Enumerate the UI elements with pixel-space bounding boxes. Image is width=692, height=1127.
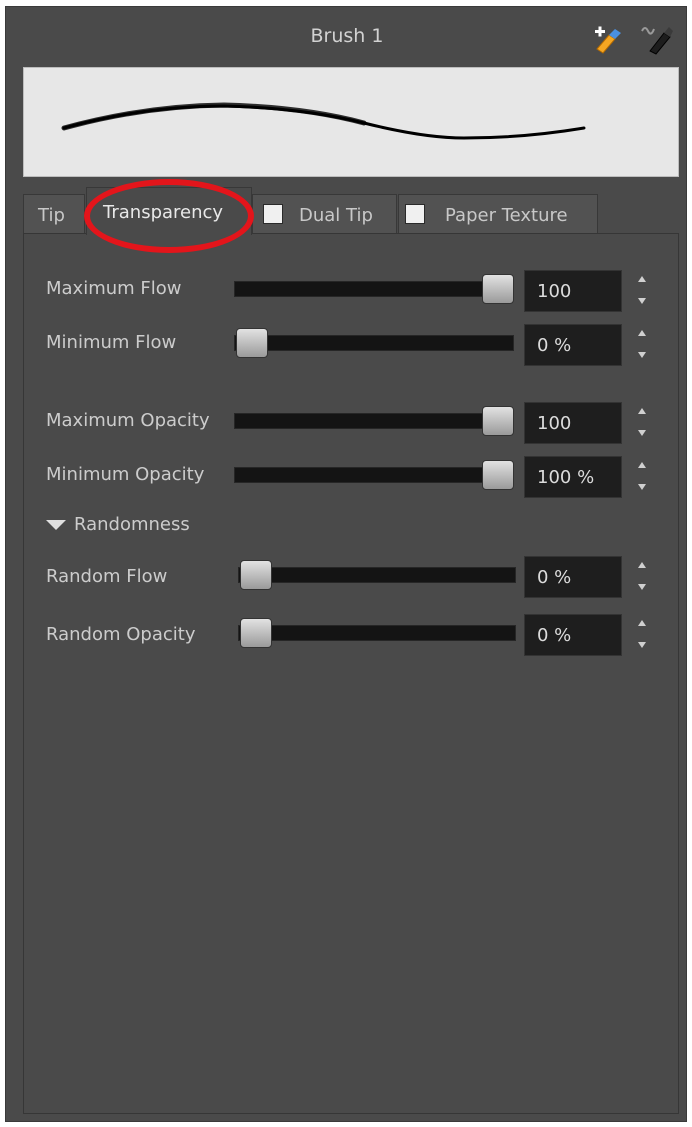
decrement-arrow-icon[interactable] [638, 584, 646, 590]
maximum-flow-handle[interactable] [482, 274, 514, 304]
random-opacity-field[interactable]: 0 % [524, 614, 622, 656]
transparency-tab-content: Maximum Flow 100 Minimum Flow 0 % Maximu… [23, 233, 679, 1114]
increment-arrow-icon[interactable] [638, 408, 646, 414]
minimum-flow-spinner[interactable] [634, 324, 650, 366]
random-opacity-slider[interactable] [238, 625, 516, 641]
maximum-flow-field[interactable]: 100 [524, 270, 622, 312]
tab-tip[interactable]: Tip [23, 194, 85, 234]
maximum-opacity-value: 100 [537, 413, 572, 434]
panel-title: Brush 1 [310, 25, 384, 47]
paper-texture-checkbox[interactable] [405, 204, 425, 224]
randomness-header-label: Randomness [74, 514, 190, 535]
expand-triangle-icon [46, 520, 66, 530]
increment-arrow-icon[interactable] [638, 276, 646, 282]
maximum-opacity-handle[interactable] [482, 406, 514, 436]
random-flow-slider[interactable] [238, 567, 516, 583]
maximum-flow-label: Maximum Flow [46, 278, 182, 299]
maximum-flow-value: 100 [537, 281, 572, 302]
decrement-arrow-icon[interactable] [638, 484, 646, 490]
increment-arrow-icon[interactable] [638, 462, 646, 468]
minimum-flow-slider[interactable] [234, 335, 514, 351]
minimum-flow-value: 0 % [537, 335, 572, 356]
random-flow-value: 0 % [537, 567, 572, 588]
random-opacity-handle[interactable] [240, 618, 272, 648]
maximum-opacity-label: Maximum Opacity [46, 410, 210, 431]
minimum-opacity-handle[interactable] [482, 460, 514, 490]
minimum-opacity-slider[interactable] [234, 467, 514, 483]
tab-paper-texture-label: Paper Texture [445, 205, 568, 226]
minimum-opacity-field[interactable]: 100 % [524, 456, 622, 498]
maximum-flow-slider[interactable] [234, 281, 514, 297]
random-flow-field[interactable]: 0 % [524, 556, 622, 598]
maximum-opacity-spinner[interactable] [634, 402, 650, 444]
tab-paper-texture[interactable]: Paper Texture [398, 194, 598, 234]
maximum-opacity-slider[interactable] [234, 413, 514, 429]
random-flow-label: Random Flow [46, 566, 168, 587]
brush-plus-icon [595, 26, 621, 54]
random-flow-spinner[interactable] [634, 556, 650, 598]
minimum-flow-label: Minimum Flow [46, 332, 177, 353]
dual-tip-checkbox[interactable] [263, 204, 283, 224]
tab-transparency-label: Transparency [103, 202, 224, 223]
brush-stroke-preview [23, 67, 679, 177]
minimum-flow-handle[interactable] [236, 328, 268, 358]
random-flow-handle[interactable] [240, 560, 272, 590]
increment-arrow-icon[interactable] [638, 330, 646, 336]
tab-tip-label: Tip [38, 205, 65, 226]
random-opacity-value: 0 % [537, 625, 572, 646]
randomness-section-toggle[interactable]: Randomness [46, 514, 190, 535]
brush-rename-icon [641, 27, 673, 55]
increment-arrow-icon[interactable] [638, 562, 646, 568]
minimum-opacity-value: 100 % [537, 467, 595, 488]
decrement-arrow-icon[interactable] [638, 642, 646, 648]
new-brush-button[interactable] [591, 25, 625, 55]
tab-transparency[interactable]: Transparency [86, 187, 252, 235]
minimum-opacity-label: Minimum Opacity [46, 464, 205, 485]
decrement-arrow-icon[interactable] [638, 352, 646, 358]
minimum-opacity-spinner[interactable] [634, 456, 650, 498]
rename-brush-button[interactable] [638, 23, 674, 55]
brush-panel: Brush 1 Tip Transparency Dual Tip Paper … [5, 6, 687, 1122]
tab-dual-tip-label: Dual Tip [299, 205, 373, 226]
minimum-flow-field[interactable]: 0 % [524, 324, 622, 366]
maximum-flow-spinner[interactable] [634, 270, 650, 312]
decrement-arrow-icon[interactable] [638, 430, 646, 436]
maximum-opacity-field[interactable]: 100 [524, 402, 622, 444]
decrement-arrow-icon[interactable] [638, 298, 646, 304]
random-opacity-label: Random Opacity [46, 624, 196, 645]
increment-arrow-icon[interactable] [638, 620, 646, 626]
tab-dual-tip[interactable]: Dual Tip [252, 194, 397, 234]
random-opacity-spinner[interactable] [634, 614, 650, 656]
